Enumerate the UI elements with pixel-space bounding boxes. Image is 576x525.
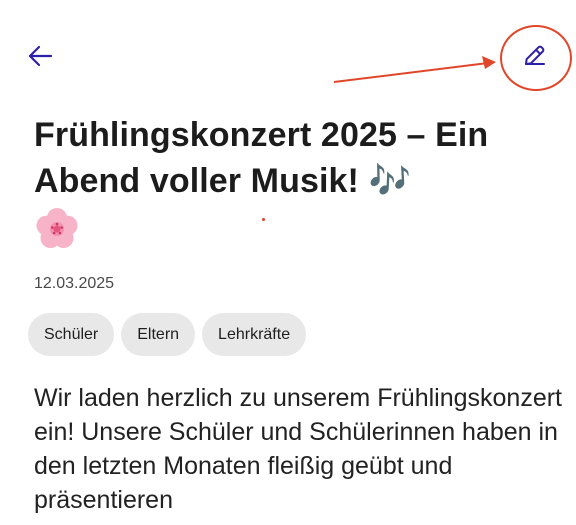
annotation-arrow <box>333 56 496 83</box>
article-title: Frühlingskonzert 2025 – Ein Abend voller… <box>34 112 554 204</box>
article-body: Wir laden herzlich zu unserem Frühlingsk… <box>34 384 562 514</box>
cherry-blossom-icon <box>36 208 78 248</box>
music-notes-emoji: 🎶 <box>368 161 411 201</box>
back-button[interactable] <box>22 38 58 74</box>
audience-tags: Schüler Eltern Lehrkräfte <box>28 313 307 356</box>
article-date: 12.03.2025 <box>34 275 115 292</box>
top-app-bar <box>0 0 576 110</box>
annotation-dot <box>262 218 265 221</box>
tag-eltern[interactable]: Eltern <box>121 313 196 356</box>
arrow-left-icon <box>28 45 53 67</box>
tag-schueler[interactable]: Schüler <box>28 313 115 356</box>
pencil-icon <box>525 45 545 65</box>
edit-button[interactable] <box>512 36 556 76</box>
article-title-text: Frühlingskonzert 2025 – Ein Abend voller… <box>34 116 489 200</box>
tag-lehrkraefte[interactable]: Lehrkräfte <box>202 313 307 356</box>
